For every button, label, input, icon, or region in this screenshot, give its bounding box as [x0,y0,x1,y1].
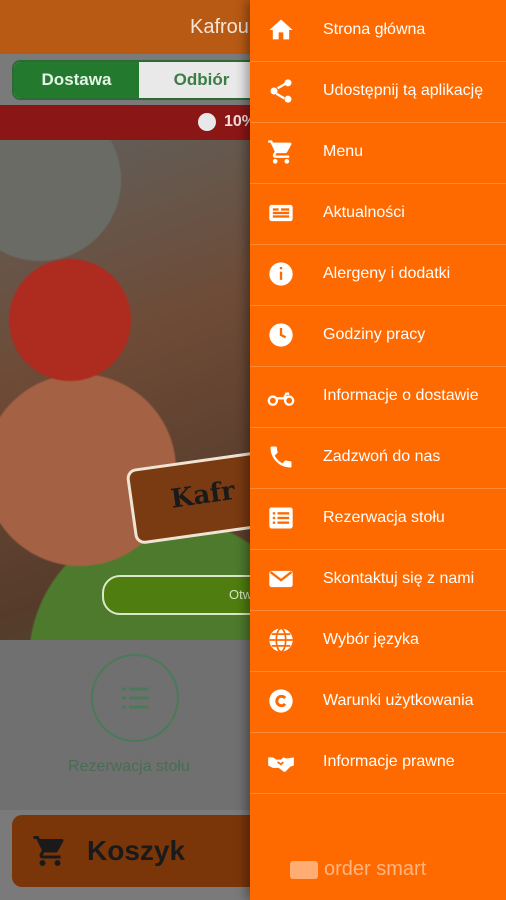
cart-icon [268,140,292,164]
drawer-item-label: Udostępnij tą aplikację [323,82,484,99]
order-mode-toggle[interactable]: Dostawa Odbiór [12,60,266,100]
share-icon [270,79,292,103]
pickup-tab[interactable]: Odbiór [139,62,264,98]
drawer-item-menu[interactable]: Menu [250,122,506,184]
drawer-item-label: Strona główna [323,21,426,38]
drawer-item-call[interactable]: Zadzwoń do nas [250,427,506,489]
drawer-item-share[interactable]: Udostępnij tą aplikację [250,61,506,123]
home-icon [269,19,293,40]
reservation-label: Rezerwacja stołu [68,758,190,775]
drawer-item-home[interactable]: Strona główna [250,0,506,62]
news-icon [269,204,293,222]
motorcycle-icon [267,392,295,406]
badge-icon [198,113,216,131]
delivery-tab[interactable]: Dostawa [14,62,139,98]
drawer-item-label: Rezerwacja stołu [323,509,445,526]
drawer-item-label: Aktualności [323,204,405,221]
brand-mark-icon [290,860,318,879]
cart-label: Koszyk [87,835,186,866]
drawer-item-terms[interactable]: Warunki użytkowania [250,671,506,733]
clock-icon [269,323,293,347]
brand-text: order smart [324,858,427,880]
drawer-item-label: Menu [323,143,364,160]
globe-icon [269,627,293,653]
drawer-item-contact[interactable]: Skontaktuj się z nami [250,549,506,611]
drawer-item-allergens[interactable]: Alergeny i dodatki [250,244,506,306]
open-status-label: Otw [229,587,253,602]
list-icon [121,687,149,709]
drawer-item-label: Wybór języka [323,631,419,648]
handshake-icon [268,757,294,772]
restaurant-logo: Kafr [125,450,271,546]
drawer-item-label: Warunki użytkowania [323,692,474,709]
list-icon [269,507,293,529]
drawer-item-label: Godziny pracy [323,326,426,343]
drawer-item-reservation[interactable]: Rezerwacja stołu [250,488,506,550]
drawer-item-hours[interactable]: Godziny pracy [250,305,506,367]
drawer-item-label: Alergeny i dodatki [323,265,451,282]
copyright-icon [269,689,293,713]
drawer-item-label: Informacje prawne [323,753,455,770]
navigation-drawer: Strona główna Udostępnij tą aplikację Me… [250,0,506,900]
drawer-item-news[interactable]: Aktualności [250,183,506,245]
reservation-button[interactable] [91,654,179,742]
cart-icon [33,836,64,866]
drawer-item-label: Informacje o dostawie [323,387,479,404]
drawer-item-label: Skontaktuj się z nami [323,570,475,587]
info-icon [269,262,293,286]
phone-icon [270,446,292,468]
mail-icon [269,570,293,588]
logo-text: Kafr [168,475,237,515]
drawer-item-delivery-info[interactable]: Informacje o dostawie [250,366,506,428]
drawer-item-label: Zadzwoń do nas [323,448,441,465]
drawer-item-legal[interactable]: Informacje prawne [250,732,506,794]
order-smart-logo: order smart [290,858,426,881]
drawer-item-language[interactable]: Wybór języka [250,610,506,672]
